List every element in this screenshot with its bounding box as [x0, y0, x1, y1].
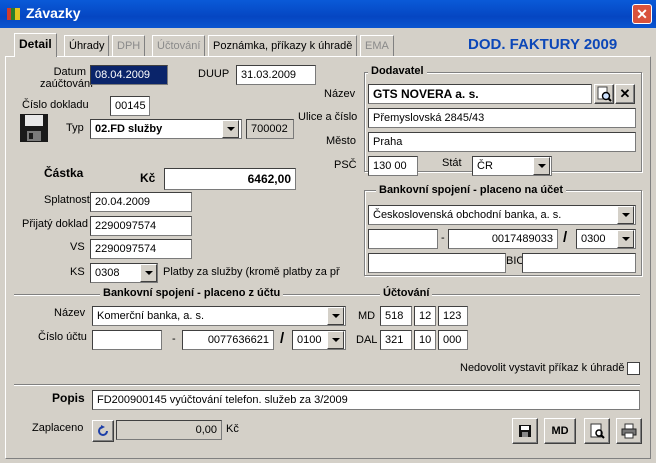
- nedovolit-label: Nedovolit vystavit příkaz k úhradě: [460, 362, 625, 374]
- document-type-title: DOD. FAKTURY 2009: [468, 36, 618, 53]
- supplier-bank-title: Bankovní spojení - placeno na účet: [376, 184, 566, 196]
- supplier-bank-code-dropdown-icon[interactable]: [617, 230, 634, 248]
- datum-input[interactable]: 08.04.2009: [90, 65, 168, 85]
- ulice-label: Ulice a číslo: [298, 111, 358, 123]
- zaplaceno-currency: Kč: [226, 423, 239, 435]
- typ-label: Typ: [66, 122, 84, 134]
- payer-account-dash: -: [172, 333, 176, 345]
- vs-label: VS: [70, 241, 85, 253]
- printer-icon: [621, 423, 637, 439]
- supplier-iban-input[interactable]: [368, 253, 506, 273]
- title-bar: Závazky ✕: [0, 0, 656, 28]
- supplier-account-number[interactable]: 0017489033: [448, 229, 558, 249]
- tab-poznamka[interactable]: Poznámka, příkazy k úhradě: [208, 35, 358, 56]
- prijaty-doklad-input[interactable]: 2290097574: [90, 216, 192, 236]
- nedovolit-checkbox[interactable]: [627, 362, 640, 375]
- account-dash: -: [441, 232, 445, 244]
- popis-divider: [14, 384, 640, 386]
- close-button[interactable]: ✕: [632, 4, 652, 24]
- refresh-button[interactable]: [92, 420, 114, 442]
- ks-note: Platby za služby (kromě platby za př: [163, 266, 340, 278]
- payer-account-number[interactable]: 0077636621: [182, 330, 274, 350]
- print-button[interactable]: [616, 418, 642, 444]
- tab-detail[interactable]: Detail: [14, 33, 57, 57]
- md-account-1[interactable]: 518: [380, 306, 412, 326]
- payer-account-slash: /: [280, 330, 285, 347]
- md-label: MD: [358, 310, 376, 322]
- splatnost-input[interactable]: 20.04.2009: [90, 192, 192, 212]
- clear-x-icon: ✕: [619, 86, 631, 101]
- payer-cislo-label: Číslo účtu: [38, 331, 87, 343]
- ks-label: KS: [70, 266, 85, 278]
- tab-ema[interactable]: EMA: [360, 35, 394, 56]
- window-title: Závazky: [26, 5, 81, 21]
- stat-label: Stát: [442, 157, 462, 169]
- typ-select[interactable]: 02.FD služby: [90, 119, 242, 139]
- save-disk-icon[interactable]: [18, 112, 50, 144]
- typ-code-field: 700002: [246, 119, 294, 139]
- cislo-dokladu-label: Číslo dokladu: [22, 99, 89, 111]
- duup-input[interactable]: 31.03.2009: [236, 65, 316, 85]
- print-preview-icon: [590, 423, 605, 439]
- accounting-title: Účtování: [380, 287, 433, 299]
- mesto-label: Město: [326, 135, 356, 147]
- supplier-bank-select[interactable]: Československá obchodní banka, a. s.: [368, 205, 636, 225]
- typ-dropdown-icon[interactable]: [222, 120, 239, 138]
- tab-uhrady[interactable]: Úhrady: [64, 35, 110, 56]
- payer-bank-dropdown-icon[interactable]: [327, 307, 344, 325]
- supplier-clear-button[interactable]: ✕: [615, 84, 635, 104]
- supplier-search-button[interactable]: [594, 84, 614, 104]
- mesto-input[interactable]: Praha: [368, 132, 636, 152]
- payer-nazev-label: Název: [54, 307, 86, 319]
- ks-dropdown-icon[interactable]: [140, 264, 157, 282]
- payer-bank-title: Bankovní spojení - placeno z účtu: [100, 287, 284, 299]
- duup-label: DUUP: [198, 68, 230, 80]
- stat-dropdown-icon[interactable]: [533, 157, 550, 175]
- payer-account-prefix[interactable]: [92, 330, 162, 350]
- vs-input[interactable]: 2290097574: [90, 239, 192, 259]
- refresh-icon: [98, 425, 108, 436]
- app-icon: [7, 8, 20, 20]
- payer-bank-code-dropdown-icon[interactable]: [327, 331, 344, 349]
- supplier-name-input[interactable]: GTS NOVERA a. s.: [368, 84, 592, 104]
- zaplaceno-field: 0,00: [116, 420, 222, 440]
- prijaty-doklad-label: Přijatý doklad: [22, 218, 89, 230]
- popis-input[interactable]: FD200900145 vyúčtování telefon. služeb z…: [92, 390, 640, 410]
- supplier-nazev-label: Název: [324, 88, 356, 100]
- tab-dph[interactable]: DPH: [112, 35, 146, 56]
- save-button[interactable]: [512, 418, 538, 444]
- dal-account-1[interactable]: 321: [380, 330, 412, 350]
- supplier-bank-dropdown-icon[interactable]: [617, 206, 634, 224]
- amount-input[interactable]: 6462,00: [164, 168, 296, 190]
- currency-label: Kč: [140, 171, 156, 185]
- md-account-2[interactable]: 12: [414, 306, 436, 326]
- zaplaceno-label: Zaplaceno: [32, 422, 84, 434]
- floppy-icon: [519, 425, 531, 437]
- preview-button[interactable]: [584, 418, 610, 444]
- psc-input[interactable]: 130 00: [368, 156, 418, 176]
- psc-label: PSČ: [334, 159, 357, 171]
- splatnost-label: Splatnost: [44, 194, 90, 206]
- md-account-3[interactable]: 123: [438, 306, 468, 326]
- supplier-title: Dodavatel: [368, 65, 427, 77]
- tab-uctovani[interactable]: Účtování: [152, 35, 206, 56]
- dal-account-2[interactable]: 10: [414, 330, 436, 350]
- account-slash: /: [563, 229, 568, 246]
- dal-label: DAL: [356, 334, 378, 346]
- supplier-account-prefix[interactable]: [368, 229, 438, 249]
- md-button[interactable]: MD: [544, 418, 576, 444]
- bic-input[interactable]: [522, 253, 636, 273]
- close-icon: ✕: [636, 6, 648, 22]
- payer-bank-select[interactable]: Komerční banka, a. s.: [92, 306, 346, 326]
- dal-account-3[interactable]: 000: [438, 330, 468, 350]
- ulice-input[interactable]: Přemyslovská 2845/43: [368, 108, 636, 128]
- datum-label: Datum zaúčtování: [40, 66, 94, 90]
- magnifier-icon: [597, 86, 612, 102]
- popis-label: Popis: [52, 391, 85, 405]
- castka-label: Částka: [44, 166, 84, 180]
- cislo-dokladu-input[interactable]: 00145: [110, 96, 150, 116]
